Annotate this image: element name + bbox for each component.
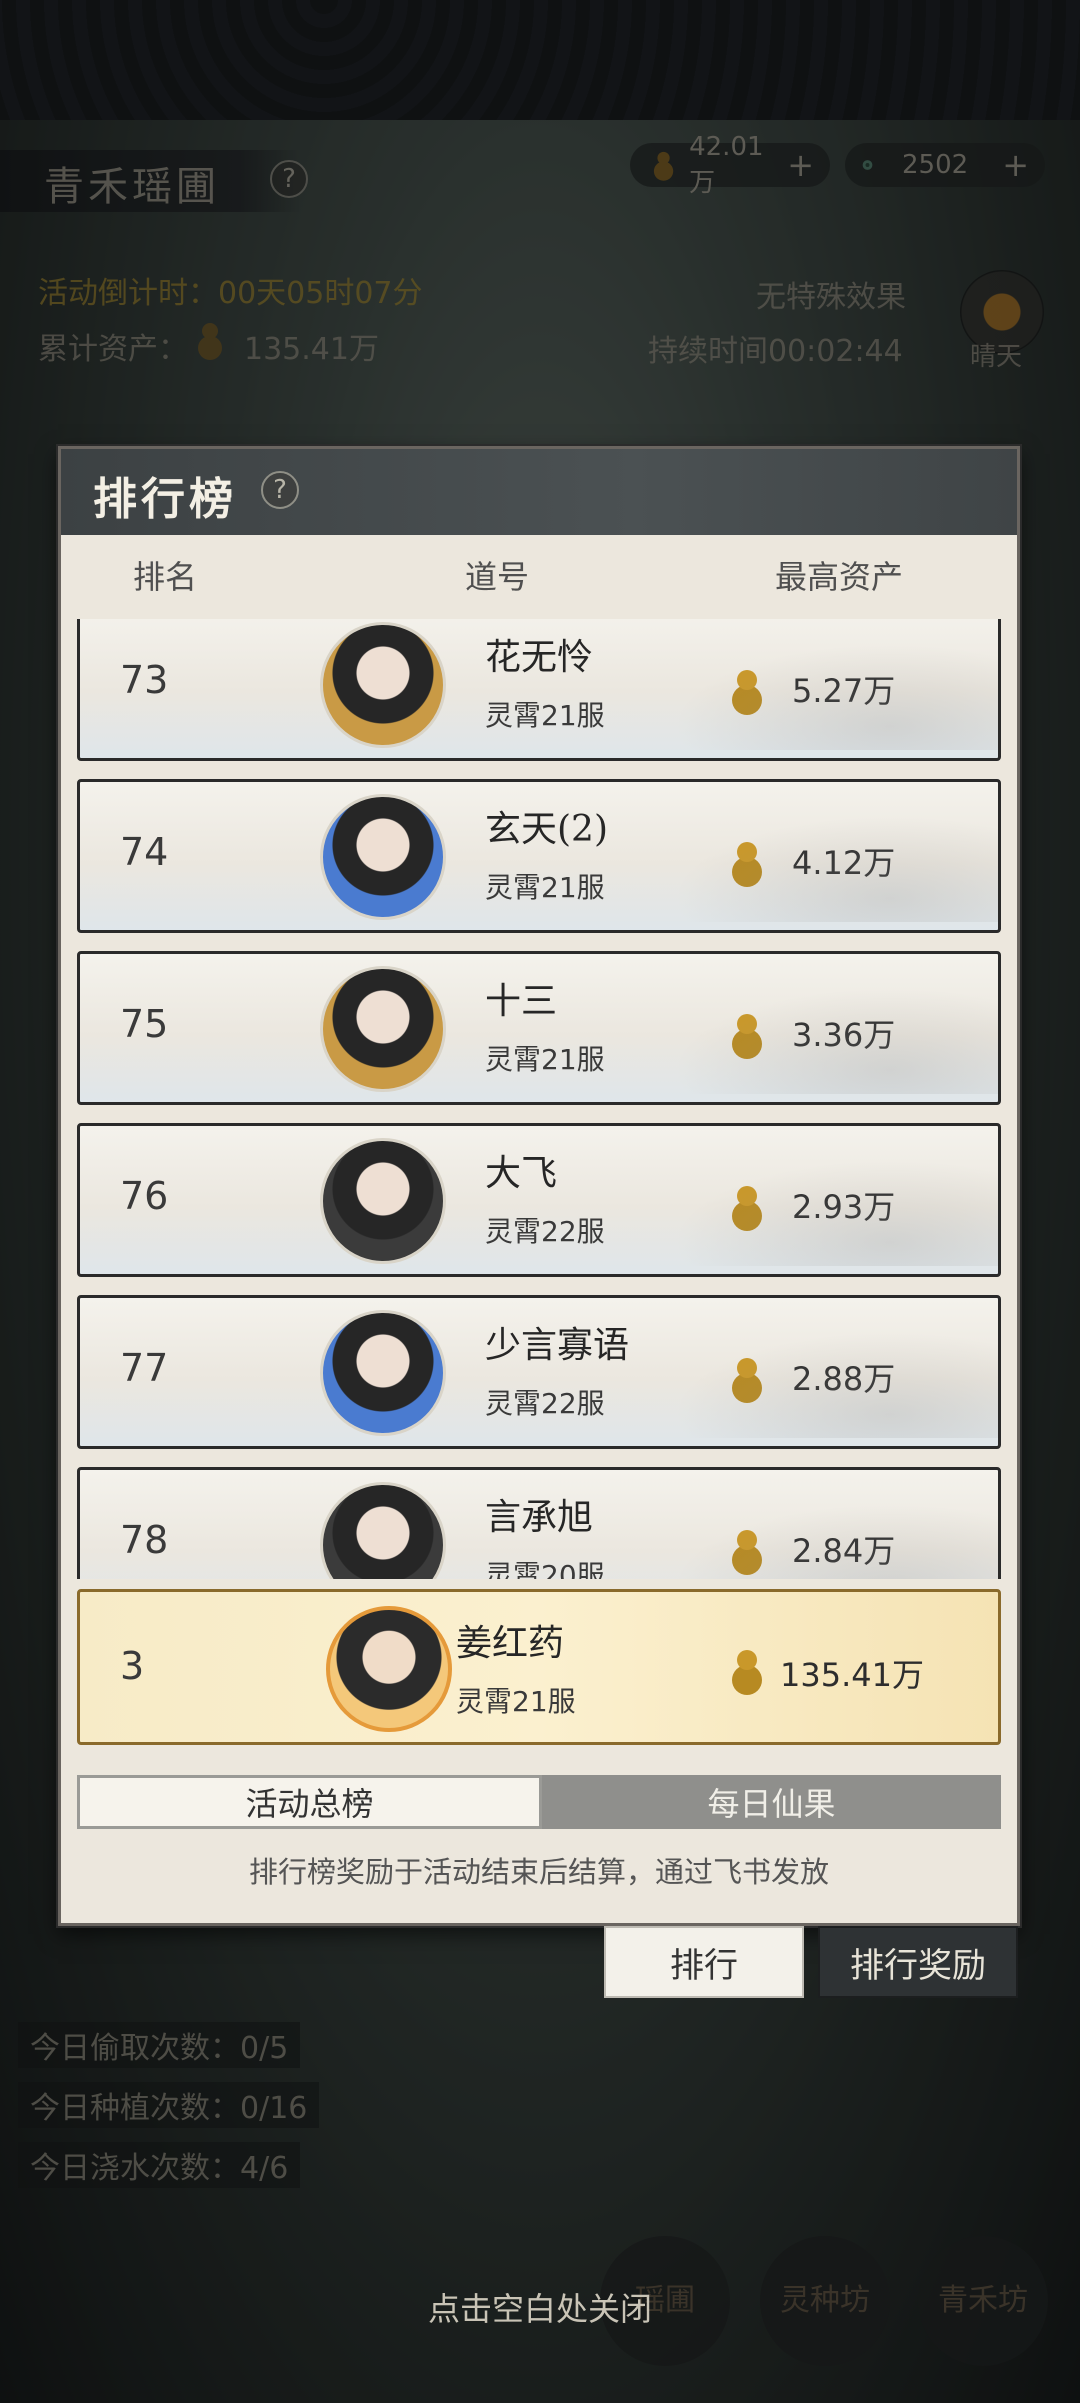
col-assets: 最高资产 — [775, 558, 904, 596]
player-server: 灵霄21服 — [485, 871, 605, 904]
player-name: 玄天(2) — [485, 809, 608, 850]
rank-number: 74 — [120, 830, 169, 874]
rank-number: 78 — [120, 1518, 169, 1562]
gourd-icon — [732, 842, 762, 887]
my-name: 姜红药 — [456, 1623, 565, 1664]
rank-number: 73 — [120, 658, 169, 702]
player-name: 大飞 — [485, 1153, 558, 1194]
player-server: 灵霄21服 — [485, 1043, 605, 1076]
asset-value: 3.36万 — [792, 1016, 896, 1054]
ranking-tabs: 活动总榜 每日仙果 — [77, 1775, 1001, 1829]
asset-value: 2.88万 — [792, 1360, 896, 1398]
tab-daily-fruit[interactable]: 每日仙果 — [542, 1775, 1001, 1829]
rank-number: 77 — [120, 1346, 169, 1390]
gourd-icon — [732, 1014, 762, 1059]
reward-notice: 排行榜奖励于活动结束后结算，通过飞书发放 — [248, 1855, 829, 1889]
rank-row: 77 少言寡语 灵霄22服 2.88万 — [77, 1295, 1001, 1449]
rank-row: 74 玄天(2) 灵霄21服 4.12万 — [77, 779, 1001, 933]
gourd-icon — [732, 670, 762, 715]
gourd-icon — [732, 1358, 762, 1403]
asset-value: 5.27万 — [792, 672, 896, 710]
asset-value: 2.93万 — [792, 1188, 896, 1226]
rank-row: 73 花无怜 灵霄21服 5.27万 — [77, 619, 1001, 761]
col-rank: 排名 — [133, 558, 198, 596]
player-server: 灵霄22服 — [485, 1215, 605, 1248]
rank-row: 76 大飞 灵霄22服 2.93万 — [77, 1123, 1001, 1277]
player-avatar[interactable] — [320, 1310, 446, 1436]
player-name: 十三 — [485, 981, 558, 1022]
my-rank-row: 3 姜红药 灵霄21服 135.41万 — [77, 1589, 1001, 1745]
player-server: 灵霄21服 — [485, 699, 605, 732]
tab-total-ranking[interactable]: 活动总榜 — [77, 1775, 542, 1829]
my-server: 灵霄21服 — [456, 1685, 576, 1718]
player-name: 花无怜 — [485, 637, 594, 678]
help-glyph: ? — [273, 475, 287, 505]
player-avatar[interactable] — [320, 1138, 446, 1264]
asset-value: 4.12万 — [792, 844, 896, 882]
player-avatar[interactable] — [320, 966, 446, 1092]
gourd-icon — [732, 1530, 762, 1575]
rank-number: 76 — [120, 1174, 169, 1218]
panel-title: 排行榜 — [93, 474, 237, 525]
player-server: 灵霄22服 — [485, 1387, 605, 1420]
my-avatar[interactable] — [326, 1606, 452, 1732]
rank-row: 75 十三 灵霄21服 3.36万 — [77, 951, 1001, 1105]
my-rank-number: 3 — [120, 1644, 145, 1688]
player-avatar[interactable] — [320, 1482, 446, 1579]
player-name: 言承旭 — [485, 1497, 594, 1538]
rank-row: 78 言承旭 灵霄20服 2.84万 — [77, 1467, 1001, 1579]
rank-number: 75 — [120, 1002, 169, 1046]
ranking-list[interactable]: 73 花无怜 灵霄21服 5.27万 74 玄天(2) 灵霄21服 4.12万 … — [77, 619, 1001, 1579]
player-avatar[interactable] — [320, 794, 446, 920]
close-tip: 点击空白处关闭 — [427, 2290, 652, 2328]
gourd-icon — [732, 1650, 762, 1695]
ranking-help-button[interactable]: ? — [261, 471, 299, 509]
rank-reward-button[interactable]: 排行奖励 — [818, 1926, 1018, 1998]
ranking-panel: 排行榜 ? 排名 道号 最高资产 73 花无怜 灵霄21服 5.27万 74 玄… — [58, 446, 1020, 1926]
player-name: 少言寡语 — [485, 1325, 630, 1366]
player-server: 灵霄20服 — [485, 1559, 605, 1579]
gourd-icon — [732, 1186, 762, 1231]
rank-button[interactable]: 排行 — [604, 1926, 804, 1998]
player-avatar[interactable] — [320, 622, 446, 748]
col-name: 道号 — [465, 558, 530, 596]
my-asset-value: 135.41万 — [780, 1656, 924, 1694]
asset-value: 2.84万 — [792, 1532, 896, 1570]
